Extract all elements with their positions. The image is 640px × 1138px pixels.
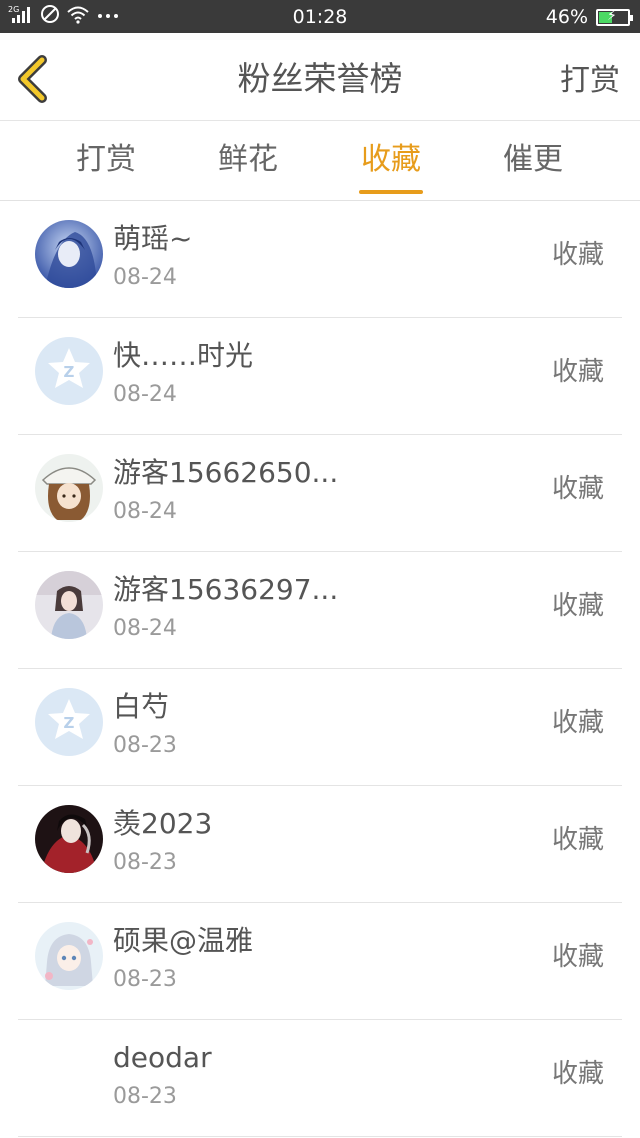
tab-reward[interactable]: 打赏 <box>56 139 156 181</box>
item-date: 08-24 <box>113 382 177 407</box>
list-item[interactable]: Z 快……时光 08-24 收藏 <box>0 318 640 435</box>
avatar <box>35 220 103 288</box>
user-name: 羡2023 <box>113 807 213 840</box>
avatar <box>35 454 103 522</box>
reward-button[interactable]: 打赏 <box>560 61 620 101</box>
user-name: 白芍 <box>113 690 170 723</box>
user-name: deodar <box>113 1041 212 1074</box>
action-label: 收藏 <box>551 942 604 972</box>
tab-urge-update[interactable]: 催更 <box>483 139 583 181</box>
status-bar: 2G 01:28 46% ⚡ <box>0 0 640 33</box>
fan-list: 萌瑶~ 08-24 收藏 Z 快……时光 08-24 收藏 游客15662650… <box>0 201 640 1137</box>
item-date: 08-23 <box>113 1084 177 1109</box>
item-date: 08-23 <box>113 967 177 992</box>
avatar <box>35 1039 103 1107</box>
item-date: 08-23 <box>113 850 177 875</box>
item-date: 08-23 <box>113 733 177 758</box>
list-item[interactable]: 萌瑶~ 08-24 收藏 <box>0 201 640 318</box>
battery-percent: 46% <box>545 6 588 28</box>
action-label: 收藏 <box>551 357 604 387</box>
divider <box>18 1136 622 1137</box>
action-label: 收藏 <box>551 240 604 270</box>
tab-bar: 打赏 鲜花 收藏 催更 <box>0 121 640 201</box>
user-name: 萌瑶~ <box>113 222 193 255</box>
charging-icon: ⚡ <box>607 7 617 24</box>
page-title: 粉丝荣誉榜 <box>237 59 403 98</box>
user-name: 游客15636297... <box>113 573 339 606</box>
active-tab-indicator <box>359 190 423 194</box>
status-time: 01:28 <box>292 6 348 28</box>
action-label: 收藏 <box>551 474 604 504</box>
tab-favorites[interactable]: 收藏 <box>341 139 441 181</box>
user-name: 游客15662650... <box>113 456 339 489</box>
svg-text:Z: Z <box>64 363 75 381</box>
user-name: 硕果@温雅 <box>113 924 254 957</box>
item-date: 08-24 <box>113 499 177 524</box>
avatar <box>35 571 103 639</box>
item-date: 08-24 <box>113 616 177 641</box>
avatar <box>35 922 103 990</box>
list-item[interactable]: deodar 08-23 收藏 <box>0 1020 640 1137</box>
list-item[interactable]: 硕果@温雅 08-23 收藏 <box>0 903 640 1020</box>
battery-status: 46% ⚡ <box>545 5 633 29</box>
battery-icon: ⚡ <box>596 7 633 26</box>
avatar: Z <box>35 688 103 756</box>
list-item[interactable]: 羡2023 08-23 收藏 <box>0 786 640 903</box>
action-label: 收藏 <box>551 1059 604 1089</box>
list-item[interactable]: 游客15662650... 08-24 收藏 <box>0 435 640 552</box>
item-date: 08-24 <box>113 265 177 290</box>
list-item[interactable]: Z 白芍 08-23 收藏 <box>0 669 640 786</box>
avatar: Z <box>35 337 103 405</box>
action-label: 收藏 <box>551 591 604 621</box>
tab-flowers[interactable]: 鲜花 <box>198 139 298 181</box>
svg-text:Z: Z <box>64 714 75 732</box>
action-label: 收藏 <box>551 708 604 738</box>
avatar <box>35 805 103 873</box>
user-name: 快……时光 <box>113 339 254 372</box>
list-item[interactable]: 游客15636297... 08-24 收藏 <box>0 552 640 669</box>
action-label: 收藏 <box>551 825 604 855</box>
nav-header: 粉丝荣誉榜 打赏 <box>0 33 640 121</box>
